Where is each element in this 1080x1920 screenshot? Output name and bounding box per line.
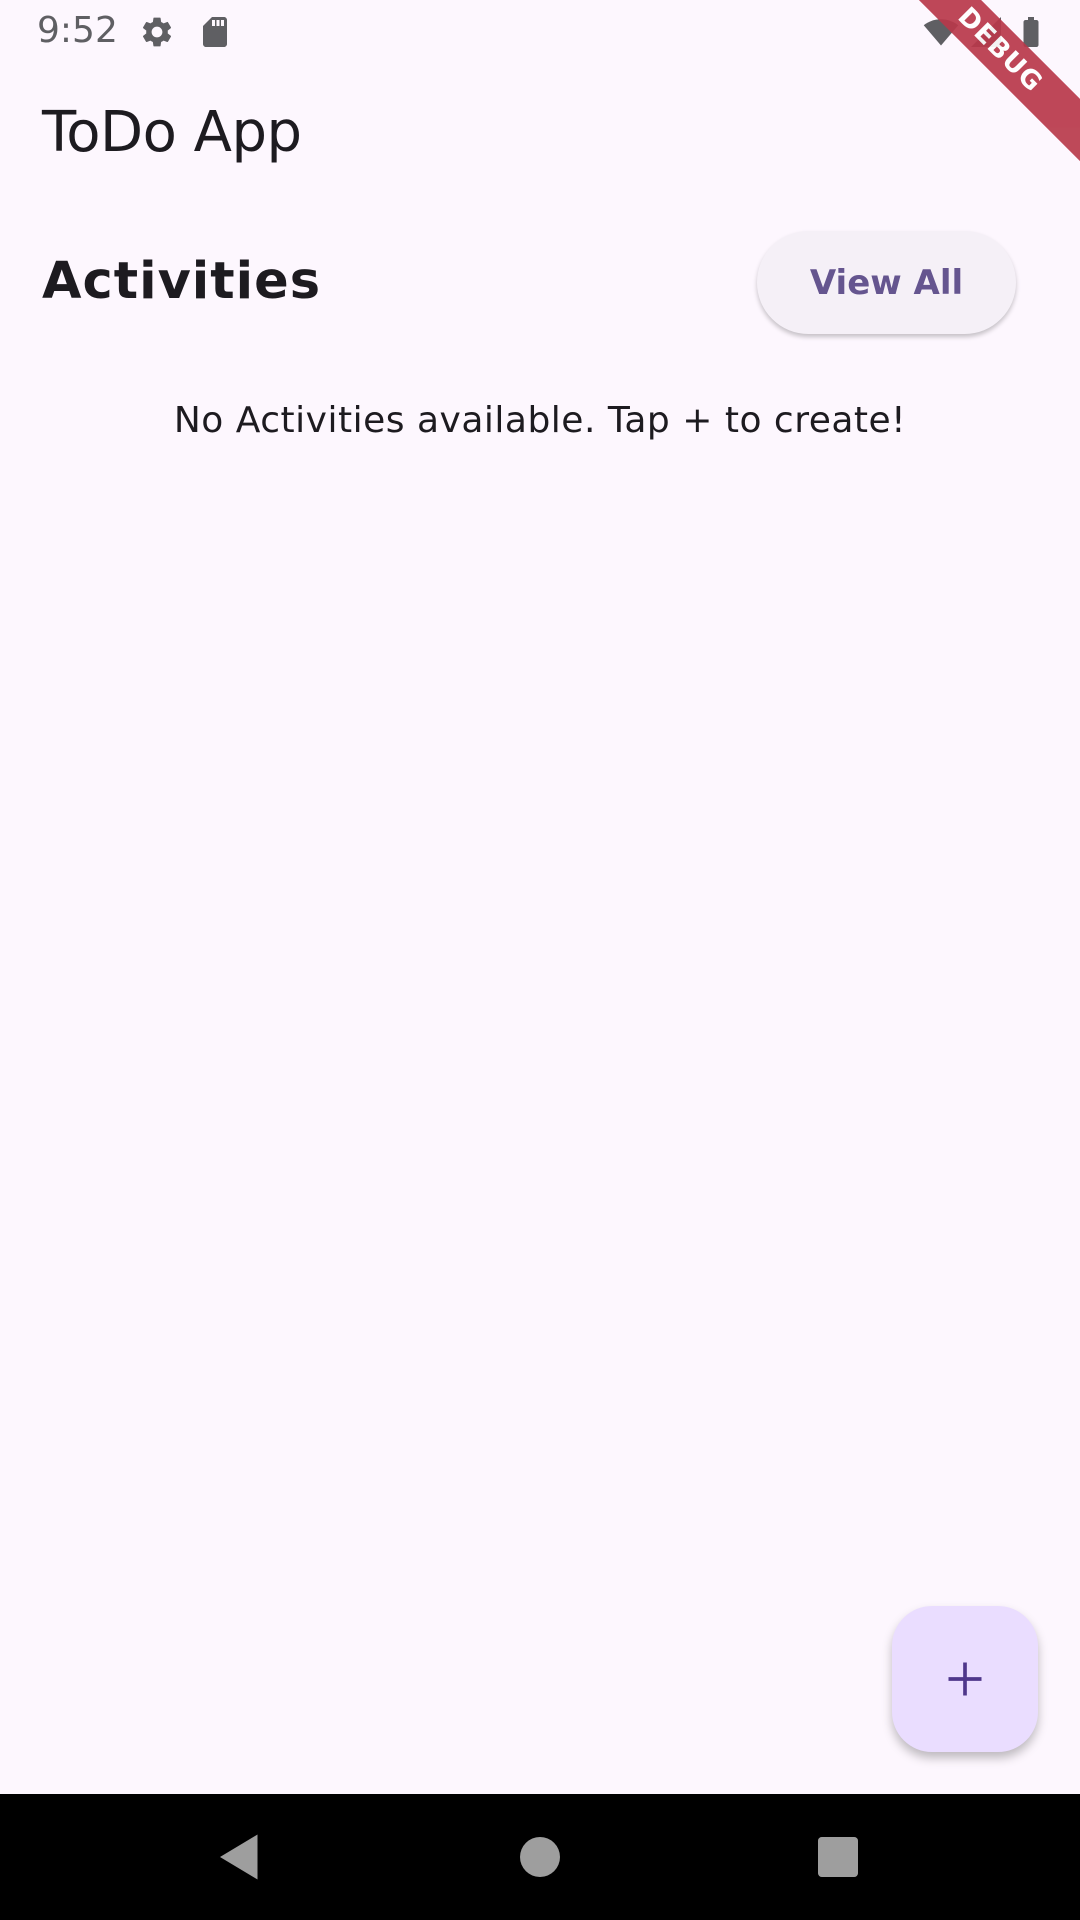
activities-heading: Activities [42, 252, 322, 311]
screen: 9:52 DEBUG ToDo App Activities View All … [0, 0, 1080, 1920]
status-bar: 9:52 [0, 0, 1080, 64]
home-icon[interactable] [510, 1827, 570, 1887]
plus-icon [943, 1657, 987, 1701]
settings-icon [139, 14, 175, 50]
status-time: 9:52 [37, 10, 118, 51]
add-activity-button[interactable] [892, 1606, 1038, 1752]
empty-state-message: No Activities available. Tap + to create… [173, 400, 907, 441]
back-icon[interactable] [210, 1827, 270, 1887]
sd-card-icon [197, 14, 233, 50]
navigation-bar [0, 1794, 1080, 1920]
recents-icon[interactable] [808, 1827, 868, 1887]
view-all-button[interactable]: View All [757, 231, 1016, 334]
app-title: ToDo App [42, 100, 302, 165]
